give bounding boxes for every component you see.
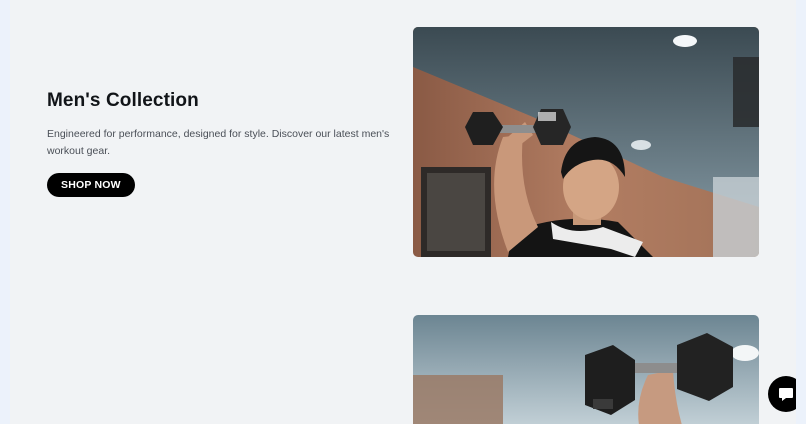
collection-title: Men's Collection xyxy=(47,90,199,111)
mens-collection-section: Men's Collection Engineered for performa… xyxy=(10,0,796,290)
dumbbell-overhead-photo xyxy=(413,315,759,424)
chat-launcher-button[interactable] xyxy=(768,376,796,412)
shop-now-button[interactable]: SHOP NOW xyxy=(47,173,135,197)
page-edge xyxy=(796,0,806,424)
secondary-collection-image xyxy=(413,315,759,424)
man-lifting-dumbbell-photo xyxy=(413,27,759,257)
collection-hero-image xyxy=(413,27,759,257)
collection-text: Men's Collection Engineered for performa… xyxy=(47,90,392,197)
page: Men's Collection Engineered for performa… xyxy=(10,0,796,424)
collection-description: Engineered for performance, designed for… xyxy=(47,128,390,157)
secondary-collection-section xyxy=(10,290,796,424)
chat-bubble-icon xyxy=(779,388,793,401)
